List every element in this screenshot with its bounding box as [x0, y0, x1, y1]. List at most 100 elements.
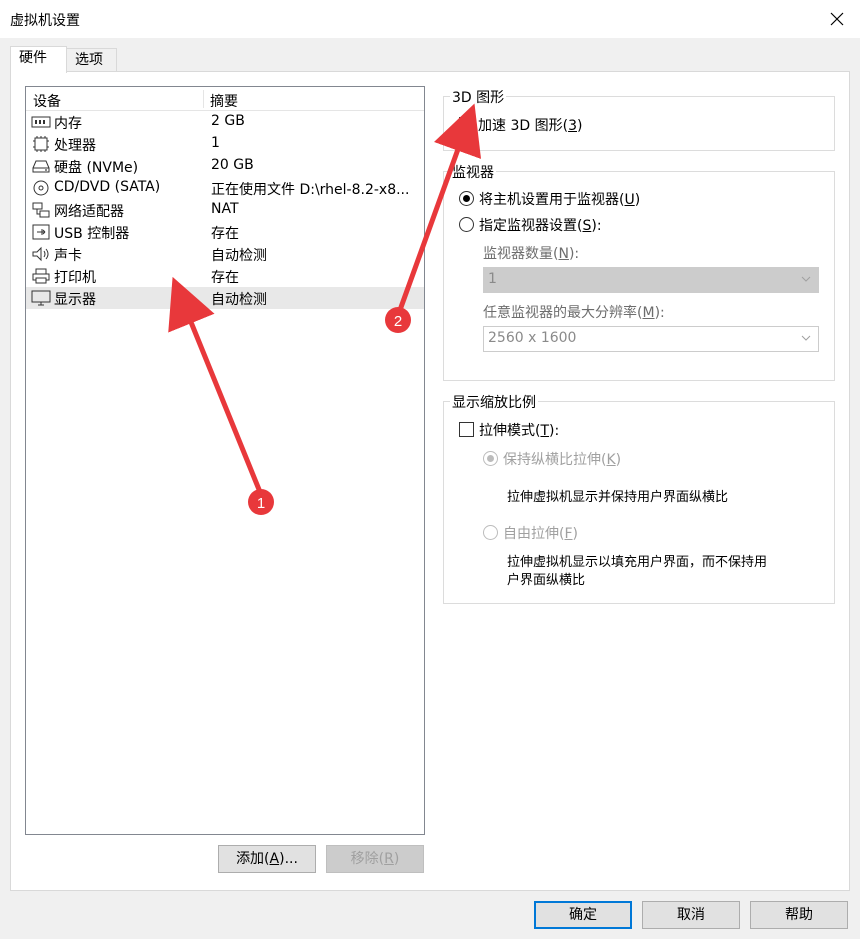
close-button[interactable]	[814, 0, 860, 38]
cd-icon	[33, 180, 49, 196]
keep-aspect-suffix: )	[615, 452, 622, 468]
keep-aspect-label[interactable]: 保持纵横比拉伸(K)	[503, 449, 621, 469]
remove-button-text: 移除(	[350, 851, 385, 867]
column-header-device[interactable]: 设备	[33, 91, 61, 111]
free-stretch-description-line2: 户界面纵横比	[507, 573, 586, 588]
ok-button-label: 确定	[569, 907, 597, 923]
usb-icon	[32, 224, 50, 240]
accelerate-3d-key: 3	[568, 118, 577, 134]
group-monitors-title: 监视器	[450, 162, 496, 182]
monitor-count-value: 1	[488, 271, 497, 287]
use-host-suffix: )	[634, 192, 641, 208]
remove-button-key: R	[384, 851, 394, 867]
device-row-memory[interactable]: 内存 2 GB	[26, 111, 424, 133]
group-display-scaling-title: 显示缩放比例	[450, 392, 538, 412]
help-button-label: 帮助	[785, 907, 813, 923]
use-host-monitor-label[interactable]: 将主机设置用于监视器(U)	[479, 189, 640, 209]
use-host-text: 将主机设置用于监视器(	[479, 192, 625, 208]
tab-options-label: 选项	[75, 52, 103, 68]
tab-hardware[interactable]: 硬件	[10, 46, 67, 73]
harddisk-icon	[32, 160, 50, 173]
tab-strip: 硬件 选项	[0, 38, 860, 73]
keep-aspect-key: K	[606, 452, 616, 468]
device-summary: NAT	[211, 201, 239, 217]
add-button-suffix: )...	[279, 851, 298, 867]
stretch-mode-key: T	[540, 423, 550, 439]
device-name: 打印机	[54, 270, 96, 286]
speaker-icon	[32, 246, 49, 262]
device-row-sound[interactable]: 声卡 自动检测	[26, 243, 424, 265]
title-bar: 虚拟机设置	[0, 0, 860, 38]
use-host-monitor-radio[interactable]	[459, 191, 474, 206]
device-row-harddisk[interactable]: 硬盘 (NVMe) 20 GB	[26, 155, 424, 177]
device-summary: 自动检测	[211, 248, 267, 264]
column-divider[interactable]	[203, 90, 204, 108]
accelerate-3d-checkbox[interactable]	[459, 117, 474, 132]
free-stretch-label[interactable]: 自由拉伸(F)	[503, 523, 578, 543]
free-stretch-radio[interactable]	[483, 525, 498, 540]
max-resolution-suffix: ):	[654, 305, 665, 321]
add-button-text: 添加(	[236, 851, 270, 867]
device-list[interactable]: 设备 摘要 内存 2 GB 处理器 1 硬盘 (NVMe) 20 GB CD/D…	[25, 86, 425, 835]
device-name: USB 控制器	[54, 226, 130, 242]
device-name: 硬盘 (NVMe)	[54, 160, 139, 176]
keep-aspect-radio[interactable]	[483, 451, 498, 466]
add-device-button[interactable]: 添加(A)...	[218, 845, 316, 873]
device-row-cddvd[interactable]: CD/DVD (SATA) 正在使用文件 D:\rhel-8.2-x8...	[26, 177, 424, 199]
device-row-network[interactable]: 网络适配器 NAT	[26, 199, 424, 221]
free-stretch-suffix: )	[572, 526, 578, 542]
column-header-summary[interactable]: 摘要	[210, 91, 238, 111]
free-stretch-text: 自由拉伸(	[503, 526, 565, 542]
stretch-mode-suffix: ):	[549, 423, 560, 439]
device-row-usb[interactable]: USB 控制器 存在	[26, 221, 424, 243]
remove-device-button[interactable]: 移除(R)	[326, 845, 424, 873]
device-summary: 20 GB	[211, 157, 254, 173]
use-host-key: U	[624, 192, 635, 208]
device-summary: 2 GB	[211, 113, 245, 129]
max-resolution-label: 任意监视器的最大分辨率(M):	[483, 302, 665, 322]
device-row-processor[interactable]: 处理器 1	[26, 133, 424, 155]
max-resolution-text: 任意监视器的最大分辨率(	[483, 305, 643, 321]
monitor-count-suffix: ):	[568, 246, 580, 262]
group-3d-graphics-title: 3D 图形	[450, 87, 507, 107]
device-row-printer[interactable]: 打印机 存在	[26, 265, 424, 287]
keep-aspect-description: 拉伸虚拟机显示并保持用户界面纵横比	[507, 490, 729, 505]
device-name: 网络适配器	[54, 204, 124, 220]
max-resolution-select[interactable]: 2560 x 1600	[483, 326, 819, 352]
accelerate-3d-suffix: )	[576, 118, 583, 134]
device-summary: 存在	[211, 226, 239, 242]
accelerate-3d-label[interactable]: 加速 3D 图形(3)	[478, 115, 582, 135]
cancel-button[interactable]: 取消	[642, 901, 740, 929]
max-resolution-key: M	[642, 305, 655, 321]
network-icon	[32, 202, 50, 218]
stretch-mode-text: 拉伸模式(	[479, 423, 541, 439]
ok-button[interactable]: 确定	[534, 901, 632, 929]
specify-monitor-radio[interactable]	[459, 217, 474, 232]
device-name: CD/DVD (SATA)	[54, 179, 161, 195]
free-stretch-description-line1: 拉伸虚拟机显示以填充用户界面，而不保持用	[507, 555, 768, 570]
memory-icon	[31, 116, 51, 128]
free-stretch-key: F	[564, 526, 573, 542]
specify-monitor-label[interactable]: 指定监视器设置(S):	[479, 215, 602, 235]
monitor-count-key: N	[558, 246, 569, 262]
help-button[interactable]: 帮助	[750, 901, 848, 929]
window-title: 虚拟机设置	[10, 13, 80, 29]
add-button-key: A	[269, 851, 280, 867]
device-name: 声卡	[54, 248, 82, 264]
specify-suffix: ):	[591, 218, 602, 234]
device-list-header: 设备 摘要	[26, 87, 424, 111]
monitor-count-select[interactable]: 1	[483, 267, 819, 293]
stretch-mode-label[interactable]: 拉伸模式(T):	[479, 420, 559, 440]
printer-icon	[32, 268, 50, 284]
cpu-icon	[33, 136, 49, 152]
device-summary: 存在	[211, 270, 239, 286]
device-summary: 自动检测	[211, 292, 267, 308]
tab-options[interactable]: 选项	[66, 48, 117, 72]
cancel-button-label: 取消	[677, 907, 705, 923]
device-row-display[interactable]: 显示器 自动检测	[26, 287, 424, 309]
device-name: 显示器	[54, 292, 96, 308]
tab-hardware-label: 硬件	[19, 50, 47, 66]
device-name: 内存	[54, 116, 82, 132]
specify-text: 指定监视器设置(	[479, 218, 583, 234]
stretch-mode-checkbox[interactable]	[459, 422, 474, 437]
